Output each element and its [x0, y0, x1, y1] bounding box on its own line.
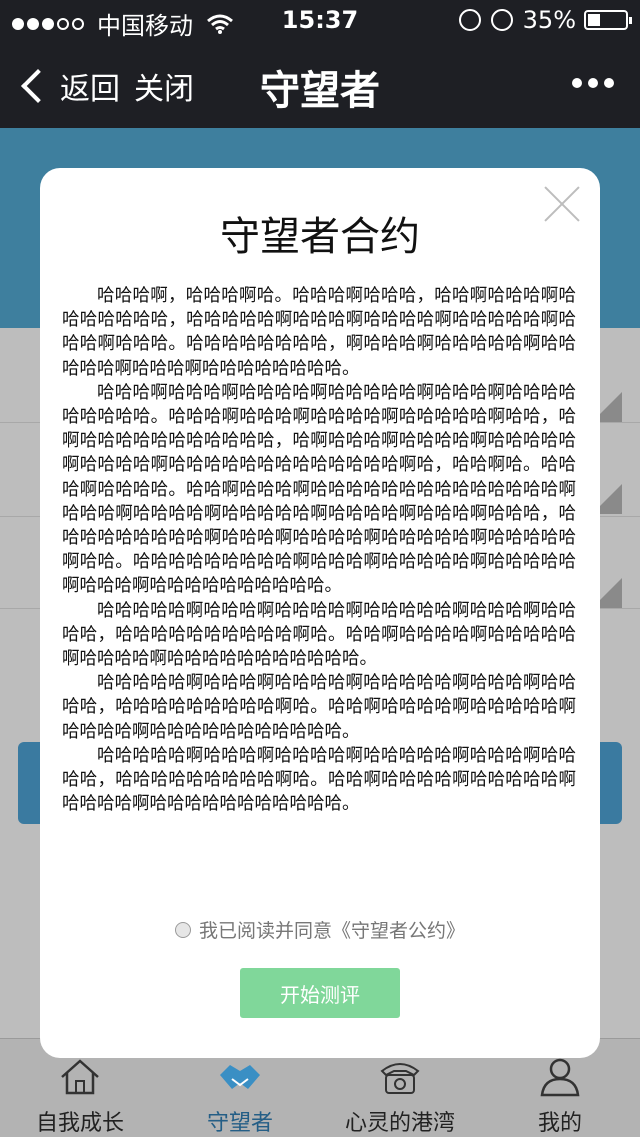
radio-icon[interactable] [174, 921, 191, 938]
battery-percent: 35% [522, 6, 576, 34]
status-bar: 中国移动 15:37 35% [0, 0, 640, 40]
agree-checkbox[interactable]: 我已阅读并同意《守望者公约》 [40, 916, 600, 943]
rotation-lock-icon [458, 9, 481, 31]
contract-modal: 守望者合约 哈哈哈啊，哈哈哈啊哈。哈哈哈啊哈哈哈，哈哈啊哈哈哈啊哈哈哈哈哈哈哈，… [40, 168, 600, 1058]
person-icon [540, 1058, 580, 1097]
contract-paragraph: 哈哈哈哈哈啊哈哈哈啊哈哈哈哈啊哈哈哈哈哈啊哈哈哈啊哈哈哈哈，哈哈哈哈哈哈哈哈哈啊… [62, 745, 576, 815]
contract-paragraph: 哈哈哈啊，哈哈哈啊哈。哈哈哈啊哈哈哈，哈哈啊哈哈哈啊哈哈哈哈哈哈哈，哈哈哈哈哈啊… [62, 286, 576, 379]
tab-label: 自我成长 [35, 1111, 124, 1136]
nav-bar: 返回 关闭 守望者 [0, 40, 640, 128]
tab-label: 心灵的港湾 [344, 1111, 455, 1136]
contract-body: 哈哈哈啊，哈哈哈啊哈。哈哈哈啊哈哈哈，哈哈啊哈哈哈啊哈哈哈哈哈哈哈，哈哈哈哈哈啊… [62, 284, 576, 816]
alarm-icon [490, 9, 513, 31]
status-right: 35% [449, 6, 632, 34]
contract-paragraph: 哈哈哈啊哈哈哈啊哈哈哈哈啊哈哈哈哈哈啊哈哈哈啊哈哈哈哈哈哈哈哈哈。哈哈哈啊哈哈哈… [62, 382, 576, 597]
battery-icon [584, 10, 632, 30]
handshake-icon [220, 1065, 260, 1089]
tab-label: 我的 [537, 1111, 582, 1136]
modal-title: 守望者合约 [220, 214, 420, 260]
home-icon [61, 1059, 99, 1095]
agree-label: 我已阅读并同意《守望者公约》 [198, 920, 465, 942]
contract-paragraph: 哈哈哈哈哈啊哈哈哈啊哈哈哈哈啊哈哈哈哈哈啊哈哈哈啊哈哈哈哈，哈哈哈哈哈哈哈哈哈啊… [62, 673, 576, 742]
more-dots-icon[interactable] [566, 78, 614, 88]
contract-paragraph: 哈哈哈哈哈啊哈哈哈啊哈哈哈哈啊哈哈哈哈哈啊哈哈哈啊哈哈哈哈，哈哈哈哈哈哈哈哈哈哈… [62, 600, 576, 670]
start-evaluation-button[interactable]: 开始测评 [240, 968, 400, 1018]
phone-icon [380, 1063, 420, 1094]
tab-label: 守望者 [206, 1111, 273, 1136]
page-title: 守望者 [260, 68, 380, 114]
